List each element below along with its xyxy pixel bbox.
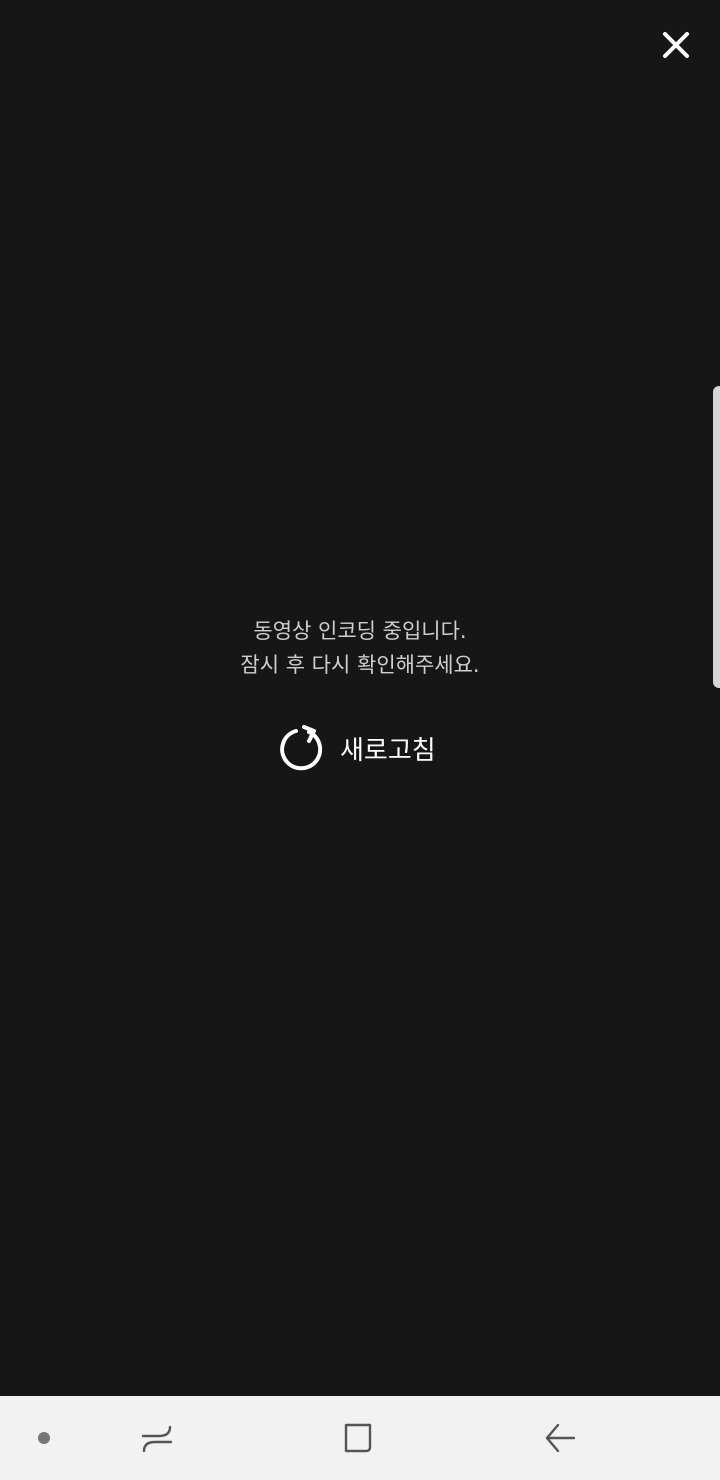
- system-navigation-bar: [0, 1396, 720, 1480]
- encoding-message: 동영상 인코딩 중입니다. 잠시 후 다시 확인해주세요.: [0, 614, 720, 682]
- video-encoding-screen: 동영상 인코딩 중입니다. 잠시 후 다시 확인해주세요. 새로고침: [0, 0, 720, 1480]
- close-icon: [663, 32, 689, 58]
- video-player-area: 동영상 인코딩 중입니다. 잠시 후 다시 확인해주세요. 새로고침: [0, 0, 720, 1396]
- recent-apps-button[interactable]: [131, 1414, 183, 1462]
- nav-bar-toggle-dot[interactable]: [38, 1432, 50, 1444]
- refresh-label: 새로고침: [340, 735, 436, 766]
- home-button[interactable]: [332, 1414, 384, 1462]
- encoding-message-line2: 잠시 후 다시 확인해주세요.: [240, 653, 480, 677]
- home-icon: [344, 1423, 372, 1453]
- recent-apps-icon: [141, 1425, 173, 1453]
- back-arrow-icon: [545, 1423, 576, 1453]
- refresh-button[interactable]: 새로고침: [278, 722, 436, 774]
- encoding-message-line1: 동영상 인코딩 중입니다.: [253, 619, 467, 643]
- refresh-icon: [280, 725, 323, 771]
- close-button[interactable]: [652, 24, 700, 66]
- back-button[interactable]: [534, 1414, 586, 1462]
